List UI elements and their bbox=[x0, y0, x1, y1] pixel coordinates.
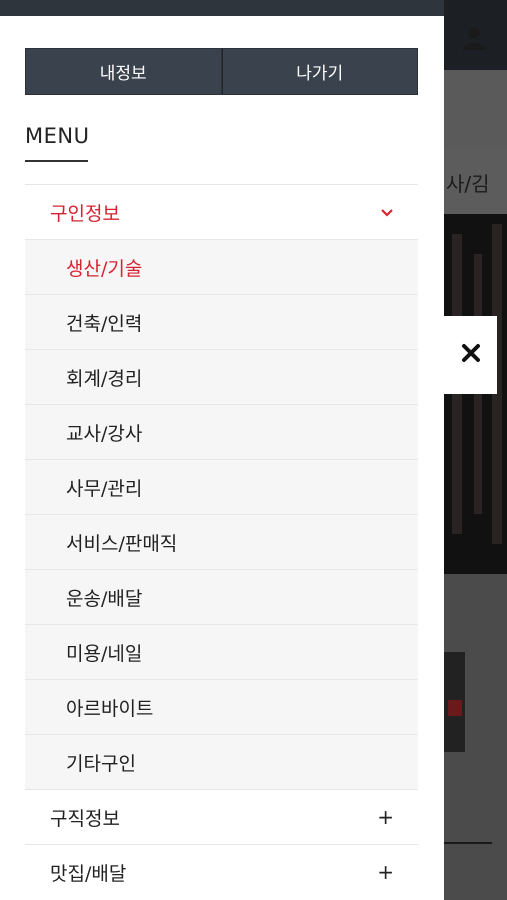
close-icon bbox=[461, 343, 481, 367]
bg-banner-image bbox=[444, 214, 507, 574]
menu-category-label: 구인정보 bbox=[50, 202, 120, 225]
submenu-item-label: 교사/강사 bbox=[66, 422, 143, 445]
expand-plus-icon[interactable]: + bbox=[377, 860, 394, 884]
submenu-item-construction[interactable]: 건축/인력 bbox=[25, 294, 418, 349]
submenu-item-part-time[interactable]: 아르바이트 bbox=[25, 679, 418, 734]
submenu-item-label: 아르바이트 bbox=[66, 697, 154, 720]
menu-heading-underline bbox=[25, 160, 88, 162]
submenu-item-label: 미용/네일 bbox=[66, 642, 143, 665]
submenu-item-label: 생산/기술 bbox=[66, 257, 143, 280]
submenu-item-teacher[interactable]: 교사/강사 bbox=[25, 404, 418, 459]
bg-notification-bar bbox=[444, 70, 507, 192]
menu-heading: MENU bbox=[25, 124, 90, 148]
submenu-item-delivery[interactable]: 운송/배달 bbox=[25, 569, 418, 624]
my-info-button[interactable]: 내정보 bbox=[25, 48, 222, 95]
bg-thumbnail bbox=[444, 652, 465, 752]
submenu-item-label: 사무/관리 bbox=[66, 477, 143, 500]
bg-tab-label: 사/김 bbox=[444, 148, 507, 214]
submenu-item-office[interactable]: 사무/관리 bbox=[25, 459, 418, 514]
bg-header bbox=[444, 0, 507, 70]
submenu-item-service[interactable]: 서비스/판매직 bbox=[25, 514, 418, 569]
submenu-item-label: 서비스/판매직 bbox=[66, 532, 178, 555]
logout-button[interactable]: 나가기 bbox=[221, 48, 418, 95]
bg-divider bbox=[444, 842, 492, 844]
menu-category-label: 구직정보 bbox=[50, 807, 120, 830]
submenu-item-label: 회계/경리 bbox=[66, 367, 143, 390]
drawer-top-bar bbox=[0, 0, 444, 16]
side-drawer: 내정보 나가기 MENU 구인정보 생산/기술 건축/인력 회계/경리 교사/강… bbox=[0, 0, 444, 900]
close-drawer-button[interactable] bbox=[444, 316, 497, 394]
submenu-item-other[interactable]: 기타구인 bbox=[25, 734, 418, 789]
submenu-item-label: 운송/배달 bbox=[66, 587, 143, 610]
user-icon bbox=[462, 26, 486, 54]
menu-category-food-delivery[interactable]: 맛집/배달 + bbox=[25, 844, 418, 899]
submenu-item-label: 기타구인 bbox=[66, 752, 136, 775]
menu-category-job-offers[interactable]: 구인정보 bbox=[25, 184, 418, 239]
menu-category-job-seeking[interactable]: 구직정보 + bbox=[25, 789, 418, 844]
expand-plus-icon[interactable]: + bbox=[377, 805, 394, 829]
menu-list: 구인정보 생산/기술 건축/인력 회계/경리 교사/강사 사무/관리 서비스/판… bbox=[25, 184, 418, 899]
chevron-down-icon[interactable] bbox=[380, 201, 394, 223]
menu-category-label: 맛집/배달 bbox=[50, 862, 127, 885]
submenu-item-accounting[interactable]: 회계/경리 bbox=[25, 349, 418, 404]
submenu-item-production[interactable]: 생산/기술 bbox=[25, 239, 418, 294]
submenu-item-beauty[interactable]: 미용/네일 bbox=[25, 624, 418, 679]
submenu-item-label: 건축/인력 bbox=[66, 312, 143, 335]
background-app: 사/김 bbox=[444, 0, 507, 900]
account-button-group: 내정보 나가기 bbox=[25, 48, 418, 95]
